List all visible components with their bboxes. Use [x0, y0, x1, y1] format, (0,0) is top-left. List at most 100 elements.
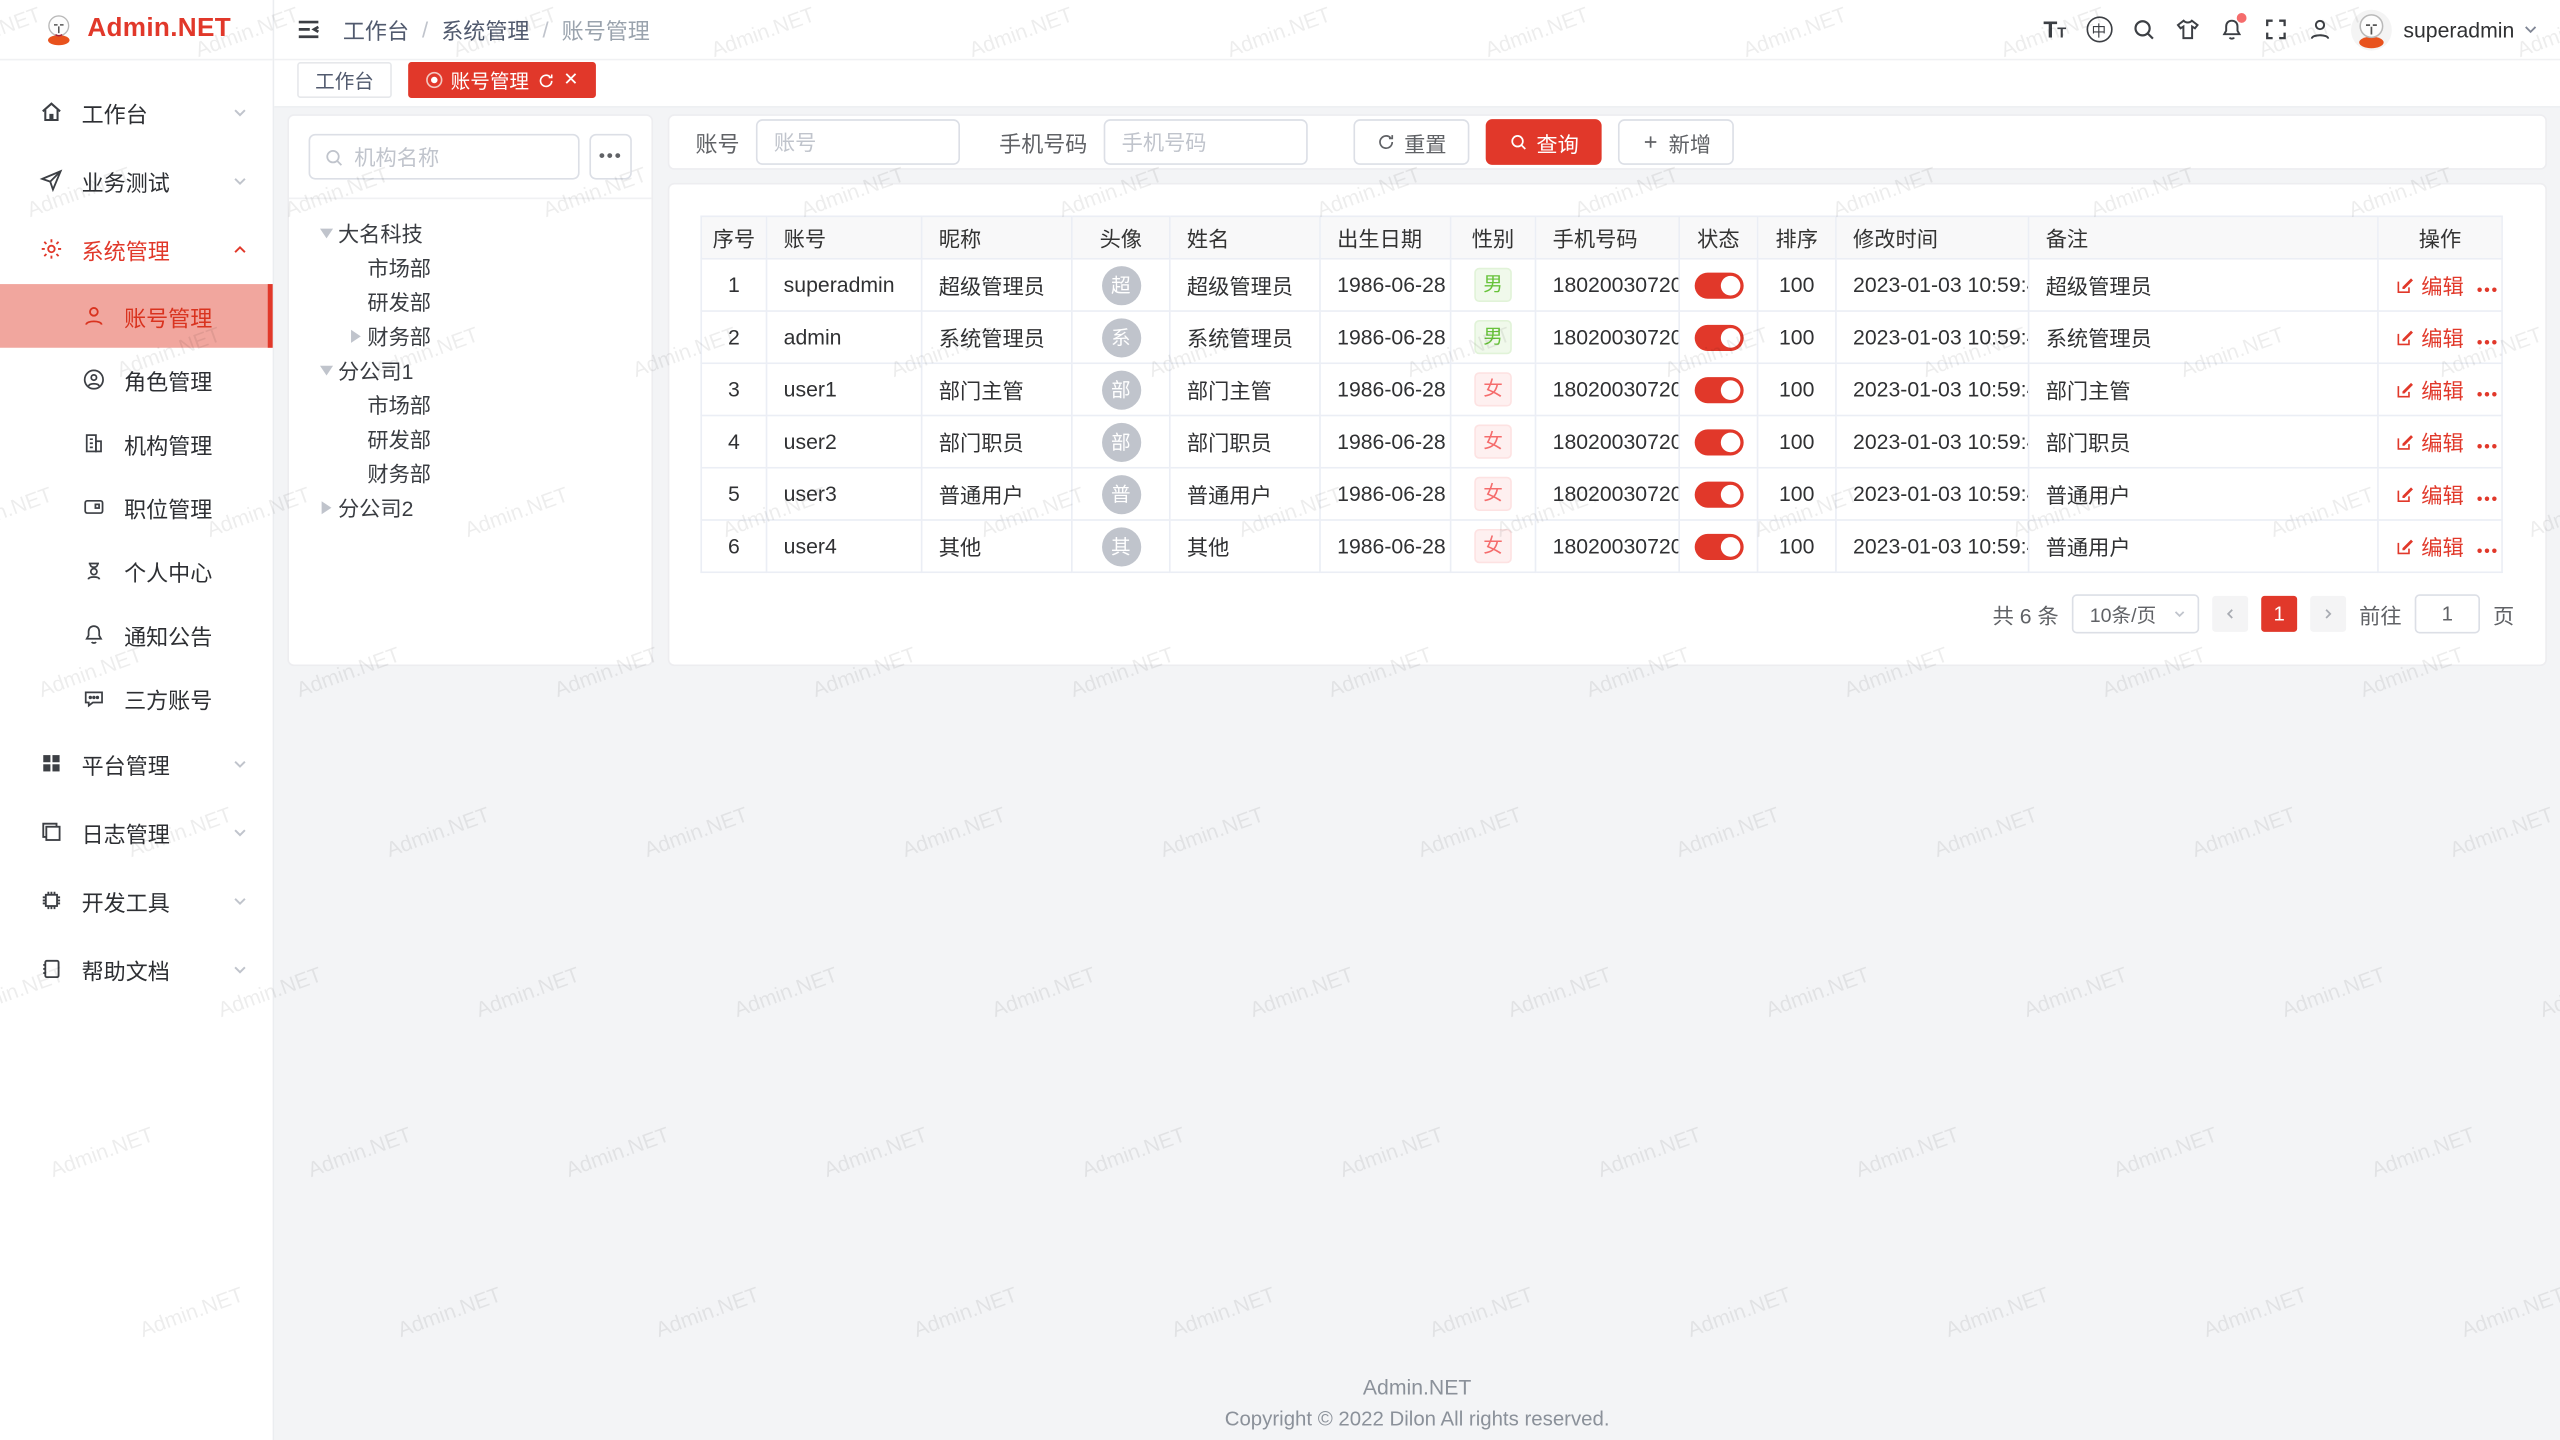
- cell-modified: 2023-01-03 10:59:44: [1836, 259, 2029, 311]
- table-header-row: 序号 账号 昵称 头像 姓名 出生日期 性别 手机号码 状态 排序: [701, 216, 2502, 258]
- tab-workbench[interactable]: 工作台: [297, 62, 392, 98]
- more-actions-button[interactable]: •••: [2477, 386, 2499, 404]
- sidebar-item-personal-center[interactable]: 个人中心: [0, 539, 273, 603]
- cell-birth: 1986-06-28: [1320, 468, 1451, 520]
- sidebar-item-role-management[interactable]: 角色管理: [0, 348, 273, 412]
- status-toggle[interactable]: [1694, 534, 1743, 560]
- avatar: 其: [1101, 527, 1140, 566]
- status-toggle[interactable]: [1694, 272, 1743, 298]
- cell-remark: 普通用户: [2029, 520, 2378, 572]
- table-row: 2 admin 系统管理员 系 系统管理员 1986-06-28 男 18020…: [701, 311, 2502, 363]
- tree-node[interactable]: 大名科技: [289, 216, 651, 250]
- sidebar-item-label: 机构管理: [124, 427, 250, 460]
- edit-button[interactable]: 编辑: [2395, 322, 2464, 353]
- sidebar-item-log-management[interactable]: 日志管理: [0, 798, 273, 867]
- notification-bell-icon[interactable]: [2209, 10, 2253, 49]
- add-button[interactable]: 新增: [1618, 119, 1734, 165]
- sidebar-item-workbench[interactable]: 工作台: [0, 78, 273, 147]
- tree-node[interactable]: 市场部: [289, 387, 651, 421]
- status-toggle[interactable]: [1694, 377, 1743, 403]
- refresh-icon: [1376, 132, 1396, 152]
- gender-badge: 男: [1475, 268, 1511, 301]
- caret-down-icon[interactable]: [315, 358, 338, 381]
- caret-down-icon[interactable]: [315, 221, 338, 244]
- sidebar-item-notice-announcement[interactable]: 通知公告: [0, 602, 273, 666]
- breadcrumb-item[interactable]: 系统管理: [441, 13, 529, 46]
- sidebar-item-label: 账号管理: [124, 300, 250, 333]
- edit-label: 编辑: [2421, 374, 2463, 405]
- page-size-select[interactable]: 10条/页: [2072, 594, 2199, 633]
- more-actions-button[interactable]: •••: [2477, 543, 2499, 561]
- account-input[interactable]: [756, 119, 960, 165]
- sidebar-item-label: 三方账号: [124, 682, 250, 715]
- edit-button[interactable]: 编辑: [2395, 426, 2464, 457]
- query-button[interactable]: 查询: [1486, 119, 1602, 165]
- sidebar-item-dev-tools[interactable]: 开发工具: [0, 867, 273, 936]
- tree-node[interactable]: 分公司2: [289, 490, 651, 524]
- language-icon[interactable]: 中: [2077, 10, 2121, 49]
- sidebar-item-business-test[interactable]: 业务测试: [0, 147, 273, 216]
- tree-node[interactable]: 分公司1: [289, 353, 651, 387]
- reset-button[interactable]: 重置: [1353, 119, 1469, 165]
- tree-node-label: 研发部: [367, 286, 431, 317]
- tree-node[interactable]: 财务部: [289, 456, 651, 490]
- app-logo[interactable]: Admin.NET: [0, 0, 273, 60]
- gender-badge: 女: [1475, 373, 1511, 406]
- refresh-icon[interactable]: [537, 71, 555, 89]
- more-actions-button[interactable]: •••: [2477, 491, 2499, 509]
- org-search-input[interactable]: [354, 144, 565, 168]
- font-size-icon[interactable]: TT: [2033, 10, 2077, 49]
- theme-skin-icon[interactable]: [2165, 10, 2209, 49]
- edit-icon: [2395, 275, 2415, 295]
- chevron-down-icon: [230, 171, 250, 191]
- prev-page-button[interactable]: [2212, 596, 2248, 632]
- table-row: 1 superadmin 超级管理员 超 超级管理员 1986-06-28 男 …: [701, 259, 2502, 311]
- breadcrumb-item[interactable]: 工作台: [343, 13, 409, 46]
- query-label: 查询: [1536, 127, 1578, 158]
- tree-node[interactable]: 市场部: [289, 250, 651, 284]
- edit-button[interactable]: 编辑: [2395, 374, 2464, 405]
- next-page-button[interactable]: [2310, 596, 2346, 632]
- cell-birth: 1986-06-28: [1320, 259, 1451, 311]
- search-icon[interactable]: [2121, 10, 2165, 49]
- more-actions-button[interactable]: •••: [2477, 282, 2499, 300]
- cell-index: 1: [701, 259, 766, 311]
- edit-button[interactable]: 编辑: [2395, 269, 2464, 300]
- sidebar-item-help-docs[interactable]: 帮助文档: [0, 936, 273, 1005]
- tree-node[interactable]: 研发部: [289, 421, 651, 455]
- caret-right-icon[interactable]: [344, 324, 367, 347]
- page-number-current[interactable]: 1: [2261, 596, 2297, 632]
- sidebar-item-third-party-account[interactable]: 三方账号: [0, 666, 273, 730]
- edit-icon: [2395, 484, 2415, 504]
- sidebar-item-account-management[interactable]: 账号管理: [0, 284, 273, 348]
- sidebar-item-label: 工作台: [82, 96, 231, 129]
- status-toggle[interactable]: [1694, 481, 1743, 507]
- tree-node[interactable]: 财务部: [289, 318, 651, 352]
- fullscreen-icon[interactable]: [2253, 10, 2297, 49]
- more-actions-button[interactable]: •••: [2477, 438, 2499, 456]
- edit-button[interactable]: 编辑: [2395, 531, 2464, 562]
- status-toggle[interactable]: [1694, 429, 1743, 455]
- goto-page-input[interactable]: [2415, 594, 2480, 633]
- tree-more-button[interactable]: •••: [589, 134, 631, 180]
- more-actions-button[interactable]: •••: [2477, 334, 2499, 352]
- sidebar-item-organization-management[interactable]: 机构管理: [0, 411, 273, 475]
- person-icon[interactable]: [2297, 10, 2341, 49]
- col-header: 手机号码: [1536, 216, 1680, 258]
- close-icon[interactable]: ✕: [563, 71, 578, 89]
- username-label[interactable]: superadmin: [2403, 17, 2514, 41]
- sidebar-item-platform-management[interactable]: 平台管理: [0, 730, 273, 799]
- app-title: Admin.NET: [87, 15, 231, 44]
- status-toggle[interactable]: [1694, 325, 1743, 351]
- tab-account-management[interactable]: 账号管理 ✕: [408, 62, 596, 98]
- caret-right-icon[interactable]: [315, 496, 338, 519]
- col-header: 昵称: [922, 216, 1072, 258]
- phone-input[interactable]: [1104, 119, 1308, 165]
- sidebar-item-system-management[interactable]: 系统管理: [0, 216, 273, 285]
- menu-fold-icon[interactable]: [294, 15, 323, 44]
- tree-node[interactable]: 研发部: [289, 284, 651, 318]
- user-avatar[interactable]: [2351, 9, 2392, 50]
- edit-button[interactable]: 编辑: [2395, 478, 2464, 509]
- sidebar-item-position-management[interactable]: 职位管理: [0, 475, 273, 539]
- chevron-down-icon[interactable]: [2521, 20, 2541, 40]
